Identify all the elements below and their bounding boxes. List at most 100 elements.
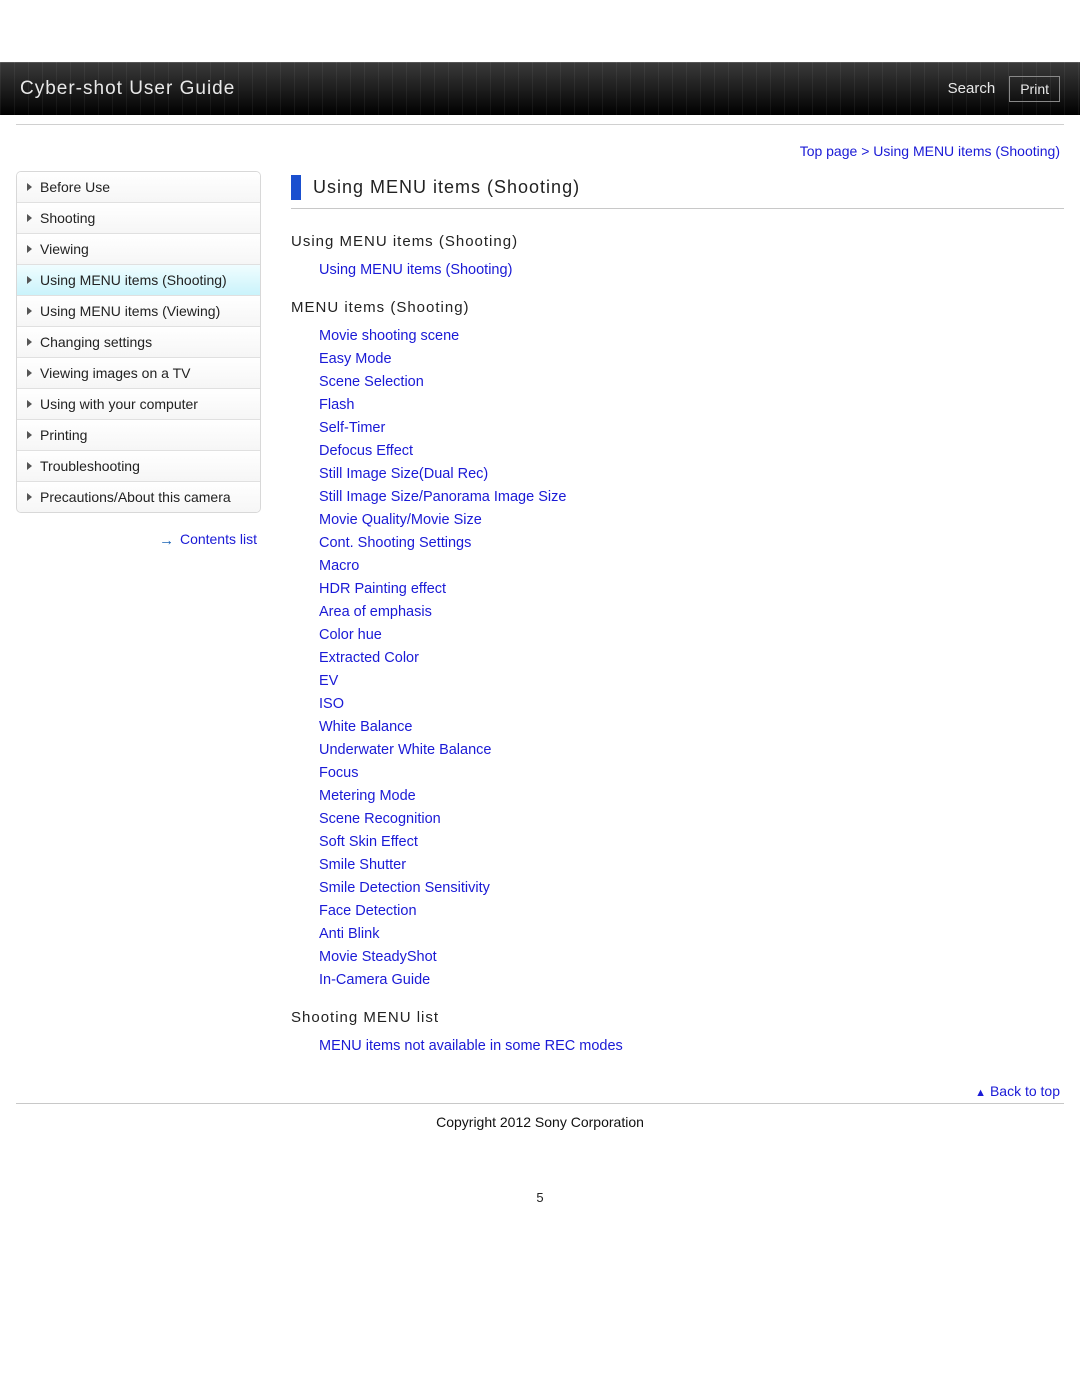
content-link[interactable]: Soft Skin Effect [319,834,418,850]
breadcrumb: Top page > Using MENU items (Shooting) [0,125,1080,169]
section-heading: Shooting MENU list [291,1009,1064,1026]
list-item: Smile Shutter [319,853,1064,876]
list-item: Movie Quality/Movie Size [319,508,1064,531]
sidebar-item-label: Before Use [40,179,110,195]
content-link[interactable]: Smile Shutter [319,857,406,873]
caret-right-icon [27,245,32,253]
list-item: Movie shooting scene [319,324,1064,347]
back-to-top-link[interactable]: Back to top [990,1083,1060,1099]
content-link[interactable]: HDR Painting effect [319,581,446,597]
content-link[interactable]: Defocus Effect [319,443,413,459]
content-link[interactable]: Extracted Color [319,650,419,666]
link-list: Using MENU items (Shooting) [291,258,1064,281]
sidebar-nav: Before Use Shooting Viewing Using MENU item… [16,171,261,513]
content-link[interactable]: Area of emphasis [319,604,432,620]
content-link[interactable]: Anti Blink [319,926,379,942]
section-heading: MENU items (Shooting) [291,299,1064,316]
sidebar-item[interactable]: Viewing images on a TV [17,358,260,389]
list-item: Face Detection [319,899,1064,922]
title-divider [291,208,1064,209]
sidebar-item[interactable]: Printing [17,420,260,451]
content-link[interactable]: EV [319,673,338,689]
list-item: Soft Skin Effect [319,830,1064,853]
list-item: Cont. Shooting Settings [319,531,1064,554]
caret-right-icon [27,307,32,315]
back-to-top-row: ▲ Back to top [0,1075,1080,1103]
content-link[interactable]: Smile Detection Sensitivity [319,880,490,896]
site-title: Cyber-shot User Guide [20,78,235,100]
content-link[interactable]: Underwater White Balance [319,742,491,758]
content-link[interactable]: Self-Timer [319,420,385,436]
list-item: Color hue [319,623,1064,646]
content-link[interactable]: Movie shooting scene [319,328,459,344]
list-item: Self-Timer [319,416,1064,439]
content-link[interactable]: ISO [319,696,344,712]
sidebar-item-label: Changing settings [40,334,152,350]
list-item: Still Image Size(Dual Rec) [319,462,1064,485]
list-item: Scene Recognition [319,807,1064,830]
breadcrumb-top[interactable]: Top page [800,143,858,159]
caret-right-icon [27,493,32,501]
content-link[interactable]: White Balance [319,719,413,735]
content-link[interactable]: Scene Recognition [319,811,441,827]
content-link[interactable]: Face Detection [319,903,417,919]
link-list: MENU items not available in some REC mod… [291,1034,1064,1057]
list-item: EV [319,669,1064,692]
list-item: HDR Painting effect [319,577,1064,600]
sidebar-item[interactable]: Changing settings [17,327,260,358]
sidebar-item[interactable]: Using MENU items (Viewing) [17,296,260,327]
search-link[interactable]: Search [948,80,996,97]
list-item: Still Image Size/Panorama Image Size [319,485,1064,508]
list-item: Macro [319,554,1064,577]
list-item: Focus [319,761,1064,784]
content-link[interactable]: Metering Mode [319,788,416,804]
sidebar-item[interactable]: Viewing [17,234,260,265]
caret-right-icon [27,338,32,346]
breadcrumb-separator: > [861,143,873,159]
caret-right-icon [27,369,32,377]
breadcrumb-current[interactable]: Using MENU items (Shooting) [873,143,1060,159]
content-link[interactable]: Movie Quality/Movie Size [319,512,482,528]
sidebar-item[interactable]: Before Use [17,172,260,203]
content-link[interactable]: In-Camera Guide [319,972,430,988]
content-link[interactable]: Cont. Shooting Settings [319,535,471,551]
sidebar-item[interactable]: Using with your computer [17,389,260,420]
sidebar-item-label: Using with your computer [40,396,198,412]
list-item: White Balance [319,715,1064,738]
sidebar-item[interactable]: Precautions/About this camera [17,482,260,512]
content-link[interactable]: Color hue [319,627,382,643]
list-item: In-Camera Guide [319,968,1064,991]
contents-list-link[interactable]: Contents list [178,531,257,547]
list-item: Flash [319,393,1064,416]
content-link[interactable]: Macro [319,558,359,574]
content-link[interactable]: Using MENU items (Shooting) [319,262,512,278]
sidebar-item[interactable]: Using MENU items (Shooting) [17,265,260,296]
main-content: Using MENU items (Shooting) Using MENU i… [291,169,1064,1075]
caret-right-icon [27,400,32,408]
section-heading: Using MENU items (Shooting) [291,233,1064,250]
list-item: Movie SteadyShot [319,945,1064,968]
sidebar-item-label: Using MENU items (Shooting) [40,272,227,288]
sidebar-item-label: Using MENU items (Viewing) [40,303,220,319]
sidebar-item-label: Precautions/About this camera [40,489,231,505]
list-item: Underwater White Balance [319,738,1064,761]
list-item: Easy Mode [319,347,1064,370]
triangle-up-icon: ▲ [975,1087,986,1099]
content-link[interactable]: Movie SteadyShot [319,949,437,965]
sidebar-column: Before Use Shooting Viewing Using MENU item… [16,169,261,549]
sidebar-item-label: Viewing [40,241,89,257]
list-item: Using MENU items (Shooting) [319,258,1064,281]
content-link[interactable]: Still Image Size(Dual Rec) [319,466,488,482]
sidebar-item-label: Viewing images on a TV [40,365,190,381]
print-button[interactable]: Print [1009,76,1060,102]
content-link[interactable]: MENU items not available in some REC mod… [319,1038,623,1054]
content-link[interactable]: Flash [319,397,354,413]
content-link[interactable]: Easy Mode [319,351,392,367]
list-item: Smile Detection Sensitivity [319,876,1064,899]
sidebar-item[interactable]: Troubleshooting [17,451,260,482]
content-link[interactable]: Scene Selection [319,374,424,390]
content-link[interactable]: Focus [319,765,359,781]
sidebar-item-label: Troubleshooting [40,458,140,474]
sidebar-item[interactable]: Shooting [17,203,260,234]
content-link[interactable]: Still Image Size/Panorama Image Size [319,489,566,505]
